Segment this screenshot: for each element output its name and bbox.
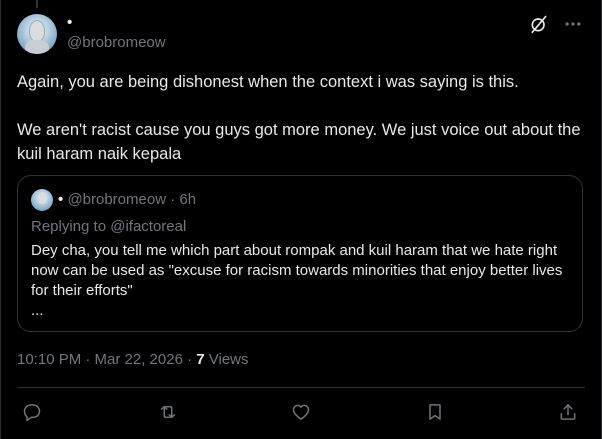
quoted-author-display-name: • bbox=[58, 191, 64, 208]
tweet-header: • @brobromeow bbox=[17, 12, 585, 56]
quoted-tweet-age: 6h bbox=[179, 191, 197, 208]
tweet-action-bar bbox=[1, 399, 601, 425]
retweet-icon bbox=[161, 405, 175, 419]
quoted-author-avatar bbox=[31, 189, 53, 211]
quoted-tweet-card[interactable]: • @brobromeow · 6h Replying to @ifactore… bbox=[17, 175, 583, 332]
reply-button[interactable] bbox=[19, 399, 45, 425]
tweet-paragraph: Again, you are being dishonest when the … bbox=[17, 73, 519, 91]
quoted-tweet-meta: • @brobromeow · 6h bbox=[58, 191, 196, 209]
avatar-face bbox=[38, 192, 47, 204]
author-display-name[interactable]: • bbox=[67, 14, 72, 32]
tweet-detail: • @brobromeow Again, you are being disho… bbox=[0, 0, 602, 439]
avatar-body bbox=[25, 40, 49, 54]
meta-separator: · bbox=[166, 191, 180, 208]
author-avatar[interactable] bbox=[17, 14, 57, 54]
tweet-timestamp[interactable]: 10:10 PM · Mar 22, 2026 · bbox=[17, 351, 196, 368]
share-icon bbox=[560, 404, 576, 420]
thread-connector-line bbox=[36, 0, 38, 8]
like-icon bbox=[292, 404, 310, 420]
share-button[interactable] bbox=[555, 399, 581, 425]
tweet-paragraph: We aren't racist cause you guys got more… bbox=[17, 121, 581, 163]
tweet-body: Again, you are being dishonest when the … bbox=[17, 70, 583, 166]
grok-icon[interactable] bbox=[529, 14, 549, 34]
bookmark-icon bbox=[429, 404, 441, 420]
bookmark-button[interactable] bbox=[422, 399, 448, 425]
views-label: Views bbox=[204, 351, 249, 368]
divider bbox=[17, 387, 585, 388]
quoted-author-handle: @brobromeow bbox=[67, 191, 167, 208]
tweet-timestamp-row: 10:10 PM · Mar 22, 2026 · 7 Views bbox=[17, 350, 249, 370]
like-button[interactable] bbox=[288, 399, 314, 425]
quoted-replying-to: Replying to @ifactoreal bbox=[31, 218, 187, 235]
quoted-tweet-text: Dey cha, you tell me which part about ro… bbox=[31, 242, 563, 299]
quoted-tweet-ellipsis: ... bbox=[31, 302, 44, 319]
reply-icon bbox=[23, 404, 41, 422]
more-icon[interactable] bbox=[563, 14, 583, 34]
views-count: 7 bbox=[196, 351, 205, 368]
author-handle[interactable]: @brobromeow bbox=[67, 34, 166, 52]
retweet-button[interactable] bbox=[155, 399, 181, 425]
avatar-face bbox=[29, 20, 45, 42]
